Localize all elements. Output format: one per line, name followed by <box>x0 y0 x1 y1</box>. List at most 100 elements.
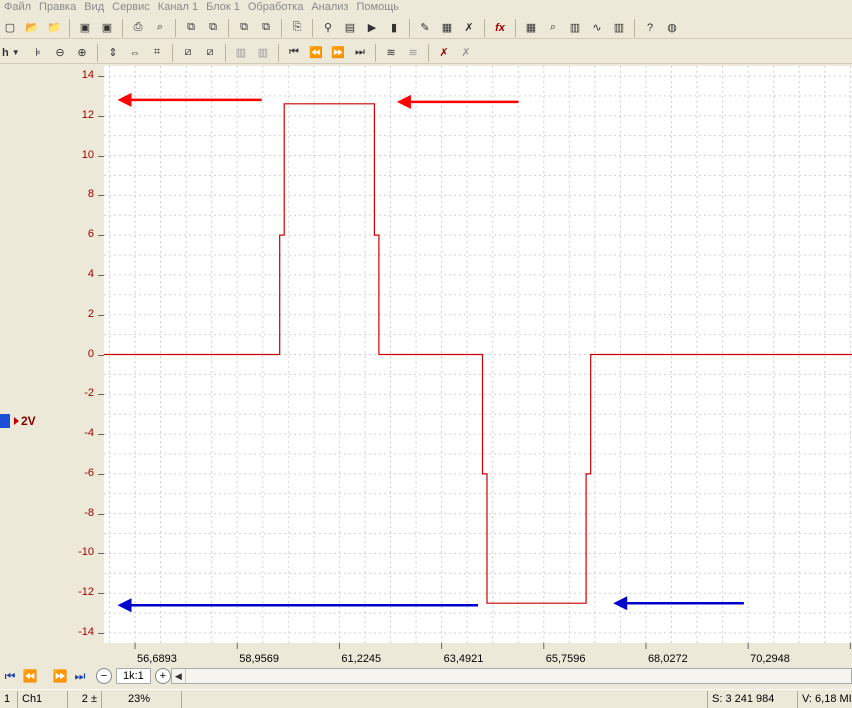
x-tick-label: 63,4921 <box>444 653 484 665</box>
annotation-arrowhead <box>117 92 132 107</box>
save-as-icon[interactable]: ▣ <box>97 19 117 37</box>
report-icon[interactable]: ▦ <box>437 19 457 37</box>
fx-icon[interactable]: fx <box>490 19 510 37</box>
annotation-arrowhead <box>613 596 628 611</box>
toolbar-separator <box>228 18 229 37</box>
remove-icon[interactable]: ✗ <box>434 44 454 62</box>
open-icon[interactable]: 📂 <box>22 19 42 37</box>
delete-icon[interactable]: ✗ <box>459 19 479 37</box>
menu-item[interactable]: Канал 1 <box>154 1 202 13</box>
cursor-right-icon[interactable]: ▥ <box>253 44 273 62</box>
toolbar-separator <box>97 43 98 62</box>
record-icon[interactable]: ▤ <box>340 19 360 37</box>
marker-icon[interactable]: ⊧ <box>28 44 48 62</box>
x-tick-label: 68,0272 <box>648 653 688 665</box>
oscillogram-plot[interactable] <box>104 66 852 643</box>
next-block-icon[interactable]: ⏩ <box>50 667 70 685</box>
menu-item[interactable]: Обработка <box>244 1 307 13</box>
save-icon[interactable]: ▣ <box>75 19 95 37</box>
probe-icon[interactable]: ⚲ <box>318 19 338 37</box>
y-tick-label: -2 <box>84 387 94 400</box>
x-tick-label: 61,2245 <box>341 653 381 665</box>
status-samples: S: 3 241 984 <box>708 690 798 708</box>
channel-marker[interactable]: 2V <box>0 414 36 428</box>
navigation-row: ⏮ ⏪ ⏩ ⏭ − 1k:1 + ◀ <box>0 665 852 687</box>
annotation-arrowhead <box>396 94 411 109</box>
toolbar-separator <box>515 18 516 37</box>
fit-all-icon[interactable]: ⌗ <box>147 44 167 62</box>
copy-block-icon[interactable]: ⧉ <box>181 19 201 37</box>
correlation-icon[interactable]: ∿ <box>587 19 607 37</box>
paste-screen-icon[interactable]: ⧉ <box>256 19 276 37</box>
toolbar-separator <box>278 43 279 62</box>
y-tick-label: 0 <box>87 347 94 360</box>
x-tick-label: 56,6893 <box>137 653 177 665</box>
toolbar-separator <box>484 18 485 37</box>
table-icon[interactable]: ▦ <box>521 19 541 37</box>
web-icon[interactable]: ◍ <box>662 19 682 37</box>
channel-select-value: h <box>2 46 9 59</box>
first-block-icon[interactable]: ⏮ <box>0 667 20 685</box>
toolbar-separator <box>281 18 282 37</box>
fft-icon[interactable]: ▥ <box>565 19 585 37</box>
search-icon[interactable]: ⌕ <box>543 19 563 37</box>
menu-item[interactable]: Сервис <box>108 1 154 13</box>
status-bar: 1 Ch1 2 ± 23% S: 3 241 984 V: 6,18 MI <box>0 689 852 708</box>
menu-item[interactable]: Помощь <box>352 1 403 13</box>
x-axis: 56,6893 58,9569 61,2245 63,4921 65,7596 68,02… <box>104 643 852 665</box>
menu-item[interactable]: Вид <box>80 1 108 13</box>
horizontal-scrollbar[interactable]: ◀ <box>170 668 852 684</box>
x-axis-svg: 56,6893 58,9569 61,2245 63,4921 65,7596 68,02… <box>134 643 851 665</box>
battery-icon[interactable]: ▮ <box>384 19 404 37</box>
annotation-arrowhead <box>117 598 132 613</box>
y-tick-label: -6 <box>84 466 94 479</box>
filter-off-icon[interactable]: ≋ <box>403 44 423 62</box>
paste-block-icon[interactable]: ⧉ <box>203 19 223 37</box>
open-folder-icon[interactable]: 📁 <box>44 19 64 37</box>
vertical-fit-icon[interactable]: ⇕ <box>103 44 123 62</box>
zoom-in-button[interactable]: + <box>154 668 171 684</box>
play-icon[interactable]: ▶ <box>362 19 382 37</box>
status-channel-name: Ch1 <box>18 690 68 708</box>
y-tick-label: 12 <box>81 108 94 121</box>
menu-item[interactable]: Анализ <box>307 1 352 13</box>
waveform-icon[interactable]: ⧄ <box>200 44 220 62</box>
status-channel-number: 1 <box>0 690 18 708</box>
menu-item[interactable]: Файл <box>0 1 35 13</box>
print-preview-icon[interactable]: ⌕ <box>150 19 170 37</box>
spectrum-icon[interactable]: ▥ <box>609 19 629 37</box>
last-block-icon[interactable]: ⏭ <box>70 667 90 685</box>
zoom-out-icon[interactable]: ⊖ <box>50 44 70 62</box>
menu-item[interactable]: Блок 1 <box>202 1 244 13</box>
new-icon[interactable]: ▢ <box>0 19 20 37</box>
edit-icon[interactable]: ✎ <box>415 19 435 37</box>
toolbar-separator <box>175 18 176 37</box>
remove-all-icon[interactable]: ✗ <box>456 44 476 62</box>
zoom-in-icon[interactable]: ⊕ <box>72 44 92 62</box>
copy-icon[interactable]: ⎘ <box>287 19 307 37</box>
autoscale-icon[interactable]: ⧄ <box>178 44 198 62</box>
cursor-left-icon[interactable]: ▥ <box>231 44 251 62</box>
x-tick-label: 70,2948 <box>750 653 790 665</box>
print-icon[interactable]: ⎙ <box>128 19 148 37</box>
y-tick-label: -4 <box>84 427 94 440</box>
channel-select[interactable]: h ▼ <box>0 44 26 62</box>
help-icon[interactable]: ? <box>640 19 660 37</box>
channel-scale-label: 2V <box>21 414 36 428</box>
previous-block-icon[interactable]: ⏪ <box>20 667 40 685</box>
horizontal-fit-icon[interactable]: ⇔ <box>125 44 145 62</box>
go-forward-icon[interactable]: ⏩ <box>328 44 348 62</box>
filter-icon[interactable]: ≋ <box>381 44 401 62</box>
y-tick-label: 6 <box>87 228 94 241</box>
menu-item[interactable]: Правка <box>35 1 80 13</box>
go-end-icon[interactable]: ⏭ <box>350 44 370 62</box>
zoom-out-button[interactable]: − <box>96 668 112 684</box>
copy-screen-icon[interactable]: ⧉ <box>234 19 254 37</box>
scroll-left-icon[interactable]: ◀ <box>172 669 186 683</box>
toolbar-separator <box>172 43 173 62</box>
go-back-icon[interactable]: ⏪ <box>306 44 326 62</box>
time-scale-field[interactable]: 1k:1 <box>116 668 151 684</box>
go-start-icon[interactable]: ⏮ <box>284 44 304 62</box>
chevron-down-icon: ▼ <box>11 48 20 57</box>
toolbar-separator <box>225 43 226 62</box>
